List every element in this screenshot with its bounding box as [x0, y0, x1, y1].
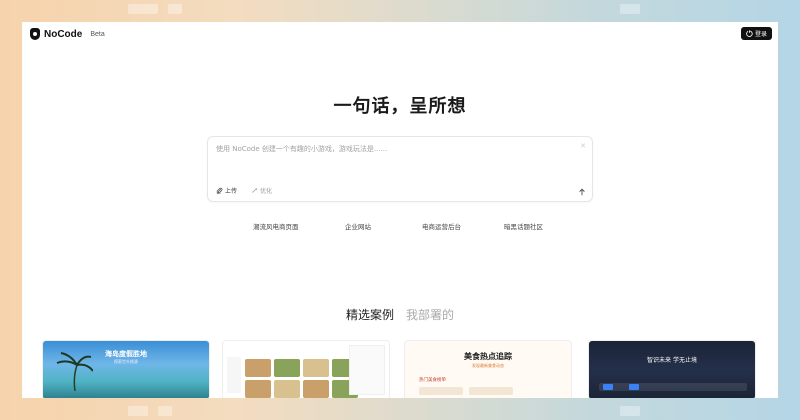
logo[interactable]: NoCode Beta — [30, 28, 105, 40]
card-panel — [349, 345, 385, 395]
suggestion-item[interactable]: 暗黑话题社区 — [504, 221, 543, 231]
clear-icon[interactable]: ✕ — [580, 142, 586, 150]
header: NoCode Beta 登录 — [22, 22, 778, 48]
card-sidebar — [227, 357, 241, 393]
suggestion-list: 潮流风电商页面 企业网站 电商运营后台 暗黑话题社区 — [22, 221, 778, 233]
card-search-bar — [599, 383, 747, 391]
sparkle-icon — [252, 187, 258, 193]
login-icon — [746, 30, 753, 37]
card-pill — [603, 384, 613, 390]
beta-badge: Beta — [90, 30, 105, 38]
suggestion-item[interactable]: 电商运营后台 — [422, 221, 461, 231]
prompt-tools: 上传 优化 — [216, 186, 272, 195]
case-card-food-trends[interactable]: 美食热点追踪 发现最新美食动态 热门美食榜单 — [404, 340, 572, 398]
card-title: 海岛度假胜地 — [105, 350, 147, 358]
suggestion-item[interactable]: 企业网站 — [345, 221, 371, 231]
logo-icon — [30, 28, 40, 40]
case-card-learning[interactable]: 智识未来 学无止境 — [588, 340, 756, 398]
case-card-food-grid[interactable] — [222, 340, 390, 398]
optimize-label: 优化 — [260, 188, 273, 195]
background-blur-top — [0, 0, 800, 22]
page-title: 一句话，呈所想 — [333, 96, 467, 117]
suggestion-item[interactable]: 潮流风电商页面 — [253, 221, 299, 231]
prompt-input[interactable] — [216, 145, 566, 153]
send-arrow-icon[interactable] — [578, 188, 586, 196]
case-tabs: 精选案例 我部署的 — [22, 306, 778, 323]
upload-button[interactable]: 上传 — [216, 186, 237, 195]
tab-deployed[interactable]: 我部署的 — [406, 306, 454, 323]
app-window: NoCode Beta 登录 一句话，呈所想 ✕ 上传 优化 潮流风电商页面 企… — [22, 22, 778, 398]
card-subtitle: 探索世外桃源 — [114, 359, 138, 364]
login-label: 登录 — [754, 31, 767, 38]
paperclip-icon — [216, 187, 223, 194]
card-list-heading: 热门美食榜单 — [419, 378, 446, 383]
case-cards: 海岛度假胜地 探索世外桃源 美食热点追踪 发现最新美食动态 热门美食榜单 智识未… — [22, 340, 778, 398]
tab-featured[interactable]: 精选案例 — [346, 306, 394, 323]
prompt-box: ✕ 上传 优化 — [207, 136, 593, 202]
background-blur-bottom — [0, 398, 800, 420]
card-list-row — [419, 387, 513, 395]
card-pill — [629, 384, 639, 390]
optimize-button[interactable]: 优化 — [251, 186, 272, 195]
upload-label: 上传 — [225, 188, 238, 195]
logo-text: NoCode — [44, 28, 83, 40]
login-button[interactable]: 登录 — [740, 27, 772, 40]
card-title: 美食热点追踪 — [464, 352, 512, 361]
card-title: 智识未来 学无止境 — [647, 357, 697, 364]
food-image-grid — [245, 359, 358, 398]
case-card-island[interactable]: 海岛度假胜地 探索世外桃源 — [42, 340, 210, 398]
card-subtitle: 发现最新美食动态 — [472, 363, 504, 368]
